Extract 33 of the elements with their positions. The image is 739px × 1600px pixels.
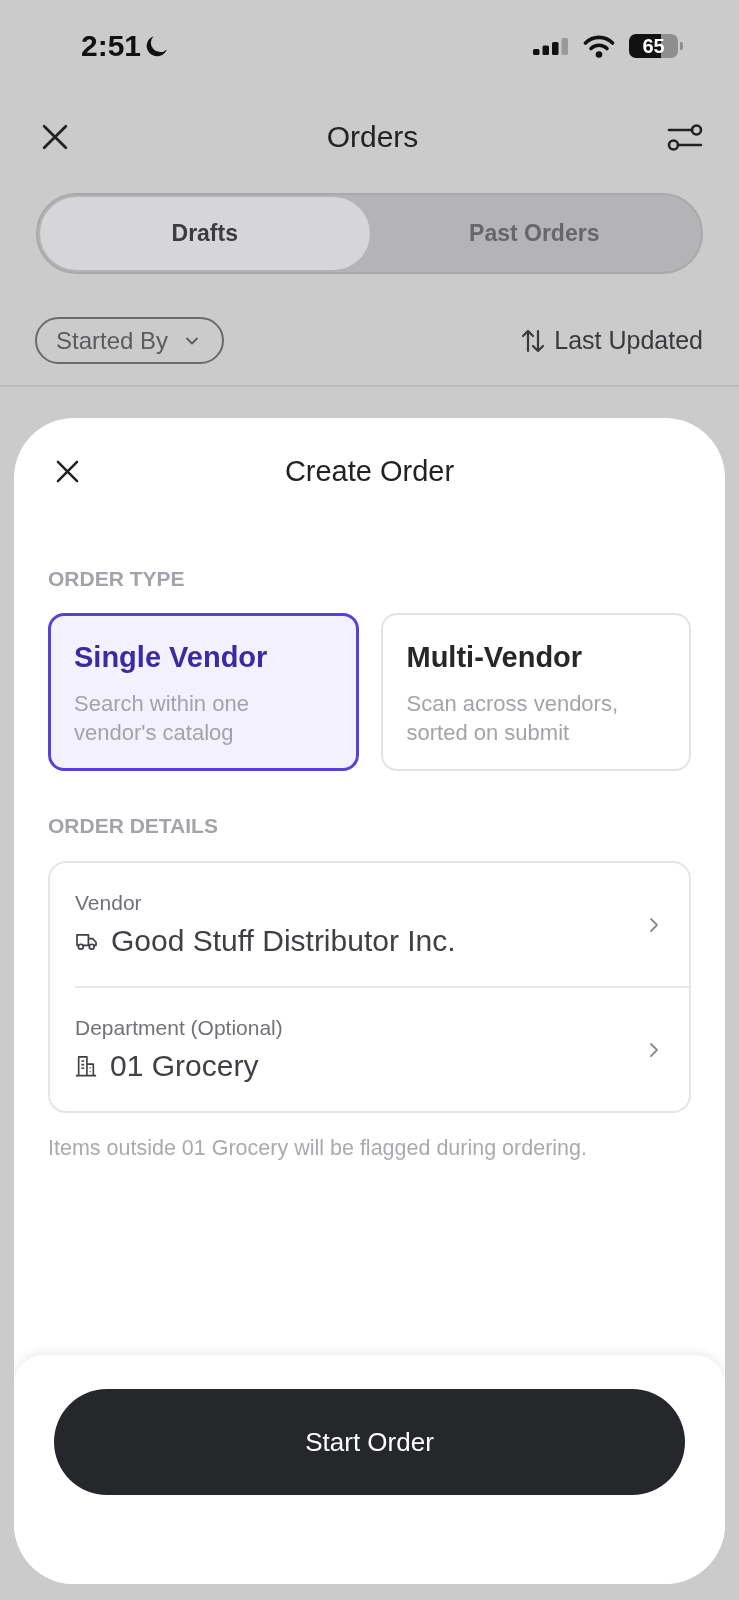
truck-icon bbox=[75, 931, 98, 951]
wifi-icon bbox=[583, 34, 615, 58]
sheet-title: Create Order bbox=[284, 454, 455, 488]
option-title: Multi-Vendor bbox=[406, 640, 583, 674]
start-order-button[interactable]: Start Order bbox=[54, 1389, 685, 1495]
signal-icon bbox=[533, 37, 569, 55]
status-time: 2:51 bbox=[81, 29, 142, 63]
field-value[interactable]: Good Stuff Distributor Inc. bbox=[111, 924, 456, 958]
filter-icon[interactable] bbox=[667, 123, 703, 151]
section-heading: ORDER TYPE bbox=[48, 568, 186, 590]
close-icon[interactable] bbox=[56, 459, 79, 483]
helper-text: Items outside 01 Grocery will be flagged during ordering. bbox=[48, 1136, 588, 1160]
building-icon bbox=[75, 1055, 97, 1077]
order-type-option[interactable]: Multi-Vendor Scan across vendors, sorted on submit bbox=[380, 613, 691, 771]
battery-percentage: 65 bbox=[642, 35, 665, 57]
field-label: Department (Optional) bbox=[75, 1016, 283, 1040]
page-title: Orders bbox=[326, 119, 419, 155]
chevron-right-icon[interactable] bbox=[649, 916, 659, 933]
option-title: Single Vendor bbox=[74, 640, 268, 674]
field-value[interactable]: 01 Grocery bbox=[110, 1049, 259, 1083]
option-description: Search within one vendor's catalog bbox=[74, 690, 250, 747]
moon-icon bbox=[146, 34, 169, 58]
started-by-filter[interactable]: Started By bbox=[35, 317, 225, 364]
sort-button[interactable]: Last Updated bbox=[522, 326, 703, 355]
field-label: Vendor bbox=[75, 891, 142, 915]
chevron-down-icon bbox=[186, 336, 199, 345]
section-heading: ORDER DETAILS bbox=[48, 815, 219, 837]
chevron-right-icon[interactable] bbox=[649, 1041, 659, 1058]
option-description: Scan across vendors, sorted on submit bbox=[406, 690, 620, 747]
tab[interactable]: Drafts bbox=[40, 197, 370, 270]
close-icon[interactable] bbox=[42, 124, 68, 150]
sort-icon bbox=[522, 328, 545, 353]
order-type-option[interactable]: Single Vendor Search within one vendor's catalog bbox=[48, 613, 359, 771]
